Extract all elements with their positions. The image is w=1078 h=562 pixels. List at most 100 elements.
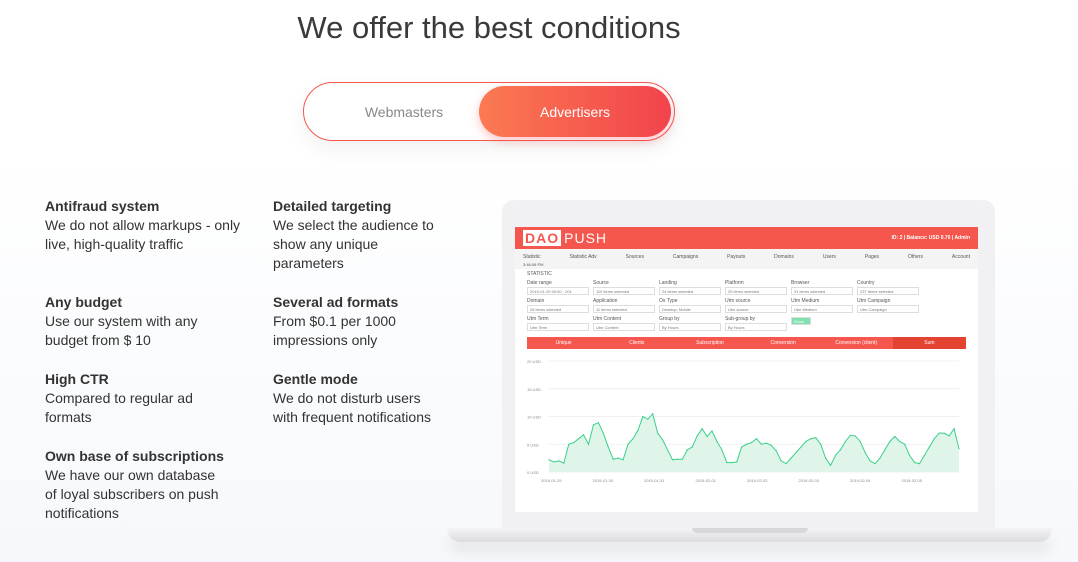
filter-input[interactable]: 2019-01-29 00:00 - 201	[527, 287, 589, 295]
filter-input[interactable]: 26 items selected	[527, 305, 589, 313]
y-tick-label: 20 USD	[527, 359, 541, 364]
data-point	[849, 434, 851, 436]
data-point	[795, 451, 797, 454]
filter-field: Platform 25 items selected	[725, 280, 787, 295]
data-point	[815, 436, 817, 439]
filter-input[interactable]: Utm Term	[527, 323, 589, 331]
data-point	[918, 463, 921, 465]
filter-input[interactable]: 11 items selected	[593, 305, 655, 313]
filter-field: Country 237 items selected	[857, 280, 919, 295]
filter-field: Os Type Desktop, Mobile	[659, 298, 721, 313]
feature-title: Detailed targeting	[273, 198, 392, 214]
sum-chart: 20 USD 15 USD 10 USD 5 USD 0 USD2019-01-29 20…	[527, 359, 960, 483]
tab-advertisers[interactable]: Advertisers	[479, 86, 671, 137]
nav-sources[interactable]: Sources	[626, 254, 644, 260]
data-point	[657, 432, 659, 434]
data-point	[755, 438, 758, 440]
data-point	[839, 449, 842, 451]
data-point	[844, 440, 846, 443]
filter-input[interactable]: 237 items selected	[857, 287, 919, 295]
data-point	[686, 449, 688, 451]
tab-webmasters[interactable]: Webmasters	[308, 86, 500, 137]
data-point	[597, 422, 599, 424]
filter-input[interactable]: 110 items selected	[593, 287, 655, 295]
data-point	[933, 438, 935, 440]
nav-payouts[interactable]: Payouts	[727, 254, 745, 260]
data-point	[602, 432, 604, 434]
feature-budget: Any budget Use our system with any budget…	[45, 293, 215, 350]
data-point	[790, 457, 792, 459]
metric-tab[interactable]: Conversion	[747, 340, 820, 346]
filter-field: Utm Medium Utm Medium	[791, 298, 853, 313]
feature-antifraud: Antifraud system We do not allow markups …	[45, 197, 245, 254]
feature-targeting: Detailed targeting We select the audience…	[273, 197, 448, 273]
data-point	[726, 461, 728, 464]
data-point	[859, 440, 861, 443]
data-point	[573, 441, 575, 444]
nav-pages[interactable]: Pages	[865, 254, 879, 260]
data-point	[666, 449, 669, 451]
data-point	[904, 443, 906, 445]
filter-label: Application	[593, 298, 618, 304]
data-point	[879, 457, 881, 459]
nav-account[interactable]: Account	[952, 254, 970, 260]
nav-campaigns[interactable]: Campaigns	[673, 254, 698, 260]
feature-title: Antifraud system	[45, 198, 160, 214]
metric-tab[interactable]: Conversion (client)	[820, 340, 893, 346]
data-point	[750, 441, 753, 444]
y-tick-label: 15 USD	[527, 387, 541, 392]
data-point	[775, 450, 777, 452]
metric-tab[interactable]: Subscription	[673, 340, 746, 346]
data-point	[938, 432, 940, 434]
data-point	[701, 428, 703, 430]
filter-input[interactable]: Desktop, Mobile	[659, 305, 721, 313]
feature-title: Own base of subscriptions	[45, 448, 224, 464]
data-point	[741, 446, 743, 448]
nav-others[interactable]: Others	[908, 254, 923, 260]
filter-input[interactable]: By Hours	[659, 323, 721, 331]
nav-domains[interactable]: Domains	[774, 254, 794, 260]
data-point	[582, 434, 585, 436]
metric-tab[interactable]: Clients	[600, 340, 673, 346]
nav-users[interactable]: Users	[823, 254, 836, 260]
data-point	[607, 446, 609, 448]
section-title: STATISTIC	[527, 271, 552, 277]
filter-field: Domain 26 items selected	[527, 298, 589, 313]
filter-input[interactable]: Utm Campaign	[857, 305, 919, 313]
data-point	[736, 461, 738, 463]
nav-statistic-adv[interactable]: Statistic Adv	[569, 254, 596, 260]
data-point	[869, 460, 871, 462]
x-tick-label: 2019-02-01	[696, 478, 717, 483]
filter-field: Utm Term Utm Term	[527, 316, 589, 331]
laptop-notch	[692, 528, 808, 533]
data-point	[953, 428, 955, 430]
data-point	[834, 454, 837, 456]
filter-label: Utm Medium	[791, 298, 820, 304]
feature-ctr: High CTR Compared to regular ad formats	[45, 370, 210, 427]
filter-input[interactable]: 31 items selected	[791, 287, 853, 295]
filter-input[interactable]: 24 items selected	[659, 287, 721, 295]
filter-field: Utm Campaign Utm Campaign	[857, 298, 919, 313]
feature-text: We have our own database of loyal subscr…	[45, 467, 219, 521]
filter-input[interactable]: By Hours	[725, 323, 787, 331]
filter-label: Browser	[791, 280, 810, 286]
metric-tab[interactable]: Unique	[527, 340, 600, 346]
data-point	[745, 443, 748, 445]
data-point	[627, 443, 629, 445]
filter-input[interactable]: Utm Content	[593, 323, 655, 331]
data-point	[958, 448, 960, 450]
data-point	[780, 460, 782, 462]
nav-statistic[interactable]: Statistic	[523, 254, 541, 260]
x-tick-label: 2019-01-30	[593, 478, 614, 483]
data-point	[770, 444, 772, 446]
feature-ad-formats: Several ad formats From $0.1 per 1000 imp…	[273, 293, 413, 350]
filter-input[interactable]: Utm source	[725, 305, 787, 313]
filter-input[interactable]: Utm Medium	[791, 305, 853, 313]
filter-label: Platform	[725, 280, 744, 286]
data-point	[810, 438, 812, 440]
filter-input[interactable]: Show	[791, 317, 811, 325]
data-point	[820, 443, 822, 445]
metric-tab[interactable]: Sum	[892, 337, 967, 349]
data-point	[632, 438, 634, 440]
filter-input[interactable]: 25 items selected	[725, 287, 787, 295]
